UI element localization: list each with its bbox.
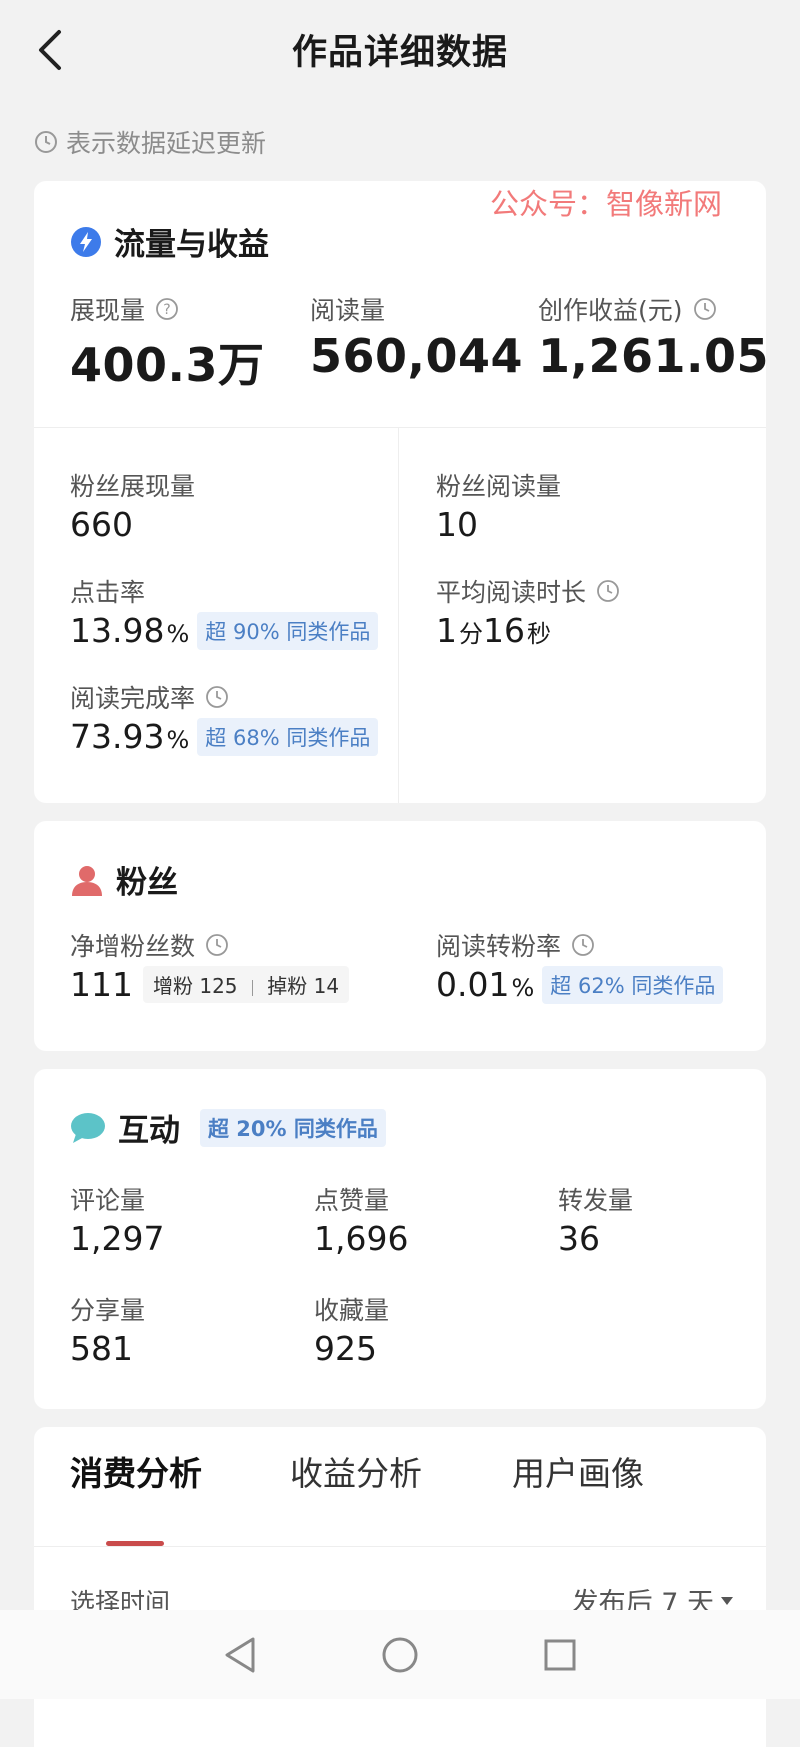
- read-to-fan-rate-label: 阅读转粉率: [436, 927, 595, 963]
- fans-title: 粉丝: [116, 865, 178, 901]
- net-fan-gain-label: 净增粉丝数: [70, 927, 229, 963]
- triangle-back-icon: [225, 1637, 255, 1672]
- chat-bubble-icon: [71, 1112, 105, 1143]
- divider: [34, 427, 766, 428]
- fan-reads-label: 粉丝阅读量: [436, 472, 562, 501]
- clock-icon: [693, 298, 716, 320]
- completion-label: 阅读完成率: [70, 679, 229, 715]
- tab-earnings-analysis[interactable]: 收益分析: [290, 1447, 422, 1495]
- watermark-text: 公众号：智像新网: [489, 187, 722, 221]
- traffic-title: 流量与收益: [114, 227, 269, 263]
- interaction-rank-badge: 超 20% 同类作品: [200, 1108, 386, 1147]
- reposts-value: 36: [558, 1219, 600, 1258]
- help-icon[interactable]: ?: [155, 297, 179, 321]
- comments-label: 评论量: [70, 1186, 146, 1215]
- fan-reads-value: 10: [436, 505, 478, 544]
- conversion-rank-badge: 超 62% 同类作品: [542, 966, 724, 1004]
- shares-label: 分享量: [70, 1296, 146, 1325]
- ctr-label: 点击率: [70, 578, 146, 607]
- fans-section-title: 粉丝: [70, 857, 178, 902]
- nav-recents-button[interactable]: [535, 1630, 585, 1680]
- system-navigation-bar: [0, 1610, 800, 1699]
- ctr-value: 13.98% 超 90% 同类作品: [70, 611, 379, 653]
- avg-read-time-label: 平均阅读时长: [436, 573, 620, 609]
- traffic-section-title: 流量与收益: [70, 219, 269, 264]
- ctr-rank-badge: 超 90% 同类作品: [197, 612, 379, 650]
- reposts-label: 转发量: [558, 1186, 634, 1215]
- nav-home-button[interactable]: [375, 1630, 425, 1680]
- square-recents-icon: [544, 1639, 576, 1670]
- fan-impressions-value: 660: [70, 505, 133, 544]
- interaction-section-title: 互动 超 20% 同类作品: [70, 1105, 386, 1150]
- delay-notice-text: 表示数据延迟更新: [66, 129, 267, 158]
- shares-value: 581: [70, 1329, 133, 1368]
- lightning-icon: [71, 226, 101, 257]
- divider: [34, 1546, 766, 1547]
- reads-label: 阅读量: [310, 296, 386, 325]
- favorites-value: 925: [314, 1329, 377, 1368]
- fan-gain-loss-detail: 增粉 125 掉粉 14: [143, 966, 350, 1003]
- delay-notice: 表示数据延迟更新: [34, 124, 266, 160]
- impressions-value: 400.3万: [70, 338, 265, 392]
- net-fan-gain-value: 111 增粉 125 掉粉 14: [70, 965, 350, 1006]
- header-bar: 作品详细数据: [0, 0, 800, 100]
- clock-icon: [206, 686, 228, 708]
- reads-value: 560,044: [310, 329, 524, 383]
- clock-icon: [206, 934, 228, 956]
- circle-home-icon: [382, 1637, 418, 1672]
- caret-down-icon: [721, 1596, 733, 1605]
- divider: [251, 979, 253, 996]
- page-title: 作品详细数据: [291, 33, 508, 73]
- likes-value: 1,696: [314, 1219, 409, 1258]
- likes-label: 点赞量: [314, 1186, 390, 1215]
- analysis-tabs-card: 消费分析 收益分析 用户画像 选择时间 发布后 7 天: [34, 1427, 766, 1747]
- favorites-label: 收藏量: [314, 1296, 390, 1325]
- fans-card: 粉丝 净增粉丝数 111 增粉 125 掉粉 14 阅读转粉率 0.01% 超 …: [34, 821, 766, 1051]
- fan-impressions-label: 粉丝展现量: [70, 472, 196, 501]
- comments-value: 1,297: [70, 1219, 165, 1258]
- read-to-fan-rate-value: 0.01% 超 62% 同类作品: [436, 965, 724, 1007]
- clock-icon: [35, 131, 57, 153]
- impressions-label: 展现量 ?: [70, 291, 179, 327]
- divider: [398, 427, 399, 803]
- completion-rank-badge: 超 68% 同类作品: [197, 718, 379, 756]
- svg-text:?: ?: [163, 302, 170, 318]
- earnings-label: 创作收益(元): [538, 291, 717, 327]
- interaction-card: 互动 超 20% 同类作品 评论量 1,297 点赞量 1,696 转发量 36…: [34, 1069, 766, 1409]
- earnings-value: 1,261.05: [538, 329, 769, 383]
- interaction-title: 互动: [118, 1113, 180, 1149]
- nav-back-button[interactable]: [215, 1630, 265, 1680]
- traffic-earnings-card: 公众号：智像新网 流量与收益 展现量 ? 400.3万 阅读量 560,044 …: [34, 181, 769, 803]
- tab-consumption-analysis[interactable]: 消费分析: [70, 1447, 202, 1495]
- clock-icon: [597, 580, 619, 602]
- completion-value: 73.93% 超 68% 同类作品: [70, 717, 379, 759]
- person-icon: [72, 865, 102, 896]
- clock-icon: [572, 934, 594, 956]
- tab-user-profile[interactable]: 用户画像: [512, 1447, 644, 1495]
- avg-read-time-value: 1 分 16 秒: [436, 611, 551, 650]
